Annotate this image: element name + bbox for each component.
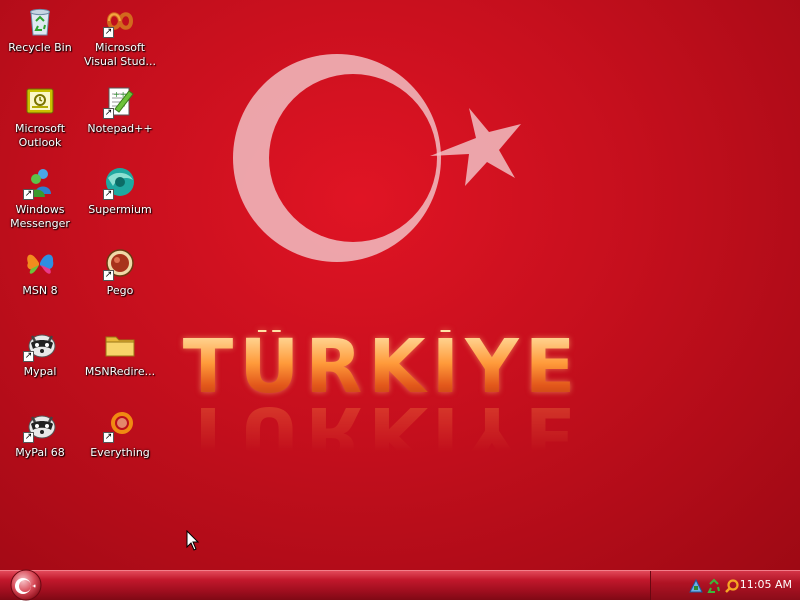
mypal-raccoon-icon: ↗: [23, 409, 57, 443]
everything-search-icon: ↗: [103, 409, 137, 443]
crescent-star-emblem: [233, 54, 521, 262]
supermium-icon: ↗: [103, 166, 137, 200]
desktop-icon-label: MyPal 68: [15, 446, 65, 459]
shortcut-arrow-icon: ↗: [103, 108, 114, 119]
notepad-plus-plus-icon: ++ ↗: [103, 85, 137, 119]
desktop-icon-mypal-68[interactable]: ↗ MyPal 68: [0, 407, 80, 483]
crescent-star-start-icon: [10, 569, 42, 601]
visual-studio-icon: ↗: [103, 4, 137, 38]
search-tray-icon[interactable]: [724, 578, 740, 594]
desktop-icon-supermium[interactable]: ↗ Supermium: [80, 164, 160, 240]
recycle-tray-icon[interactable]: [706, 578, 722, 594]
taskbar: 11:05 AM: [0, 569, 800, 601]
desktop-icon-label: Recycle Bin: [8, 41, 72, 54]
system-tray: 11:05 AM: [650, 571, 800, 600]
desktop-icon-notepad-plus-plus[interactable]: ++ ↗ Notepad++: [80, 83, 160, 159]
desktop-icon-label: Supermium: [88, 203, 152, 216]
shortcut-arrow-icon: ↗: [103, 27, 114, 38]
desktop-icon-everything[interactable]: ↗ Everything: [80, 407, 160, 483]
wallpaper-title-text: TÜRKİYE: [162, 330, 602, 404]
shortcut-arrow-icon: ↗: [23, 351, 34, 362]
desktop-icon-label: Microsoft Visual Stud...: [83, 41, 157, 68]
desktop-icon-label: Microsoft Outlook: [14, 122, 66, 149]
shortcut-arrow-icon: ↗: [23, 432, 34, 443]
windows-messenger-icon: ↗: [23, 166, 57, 200]
desktop-icon-label: Everything: [90, 446, 150, 459]
svg-text:++: ++: [113, 90, 126, 99]
desktop-icon-label: MSNRedire...: [84, 365, 156, 378]
recycle-bin-icon: [23, 4, 57, 38]
shortcut-arrow-icon: ↗: [103, 189, 114, 200]
desktop-icon-label: Pego: [106, 284, 134, 297]
msn-butterfly-icon: [23, 247, 57, 281]
mouse-pointer-icon: [186, 530, 200, 551]
folder-icon: [103, 328, 137, 362]
desktop-icon-mypal[interactable]: ↗ Mypal: [0, 326, 80, 402]
desktop-icon-label: Windows Messenger: [10, 203, 70, 230]
pego-icon: ↗: [103, 247, 137, 281]
desktop-icon-pego[interactable]: ↗ Pego: [80, 245, 160, 321]
desktop-icon-msn-8[interactable]: MSN 8: [0, 245, 80, 321]
desktop-icon-label: Notepad++: [87, 122, 153, 135]
start-button[interactable]: [8, 569, 44, 601]
wallpaper-title: TÜRKİYE TÜRKİYE: [162, 330, 602, 476]
shortcut-arrow-icon: ↗: [103, 270, 114, 281]
clock[interactable]: 11:05 AM: [740, 578, 792, 592]
desktop-icon-label: Mypal: [23, 365, 57, 378]
outlook-icon: [23, 85, 57, 119]
desktop-icon-outlook[interactable]: Microsoft Outlook: [0, 83, 80, 159]
shortcut-arrow-icon: ↗: [23, 189, 34, 200]
network-icon[interactable]: [688, 578, 704, 594]
shortcut-arrow-icon: ↗: [103, 432, 114, 443]
desktop-icon-label: MSN 8: [22, 284, 58, 297]
desktop-icon-recycle-bin[interactable]: Recycle Bin: [0, 2, 80, 78]
desktop-icon-windows-messenger[interactable]: ↗ Windows Messenger: [0, 164, 80, 240]
desktop-icon-visual-studio[interactable]: ↗ Microsoft Visual Stud...: [80, 2, 160, 78]
desktop-icon-msnredirect[interactable]: MSNRedire...: [80, 326, 160, 402]
desktop[interactable]: TÜRKİYE TÜRKİYE Recycle Bin Microsoft Ou…: [0, 0, 800, 570]
mypal-raccoon-icon: ↗: [23, 328, 57, 362]
